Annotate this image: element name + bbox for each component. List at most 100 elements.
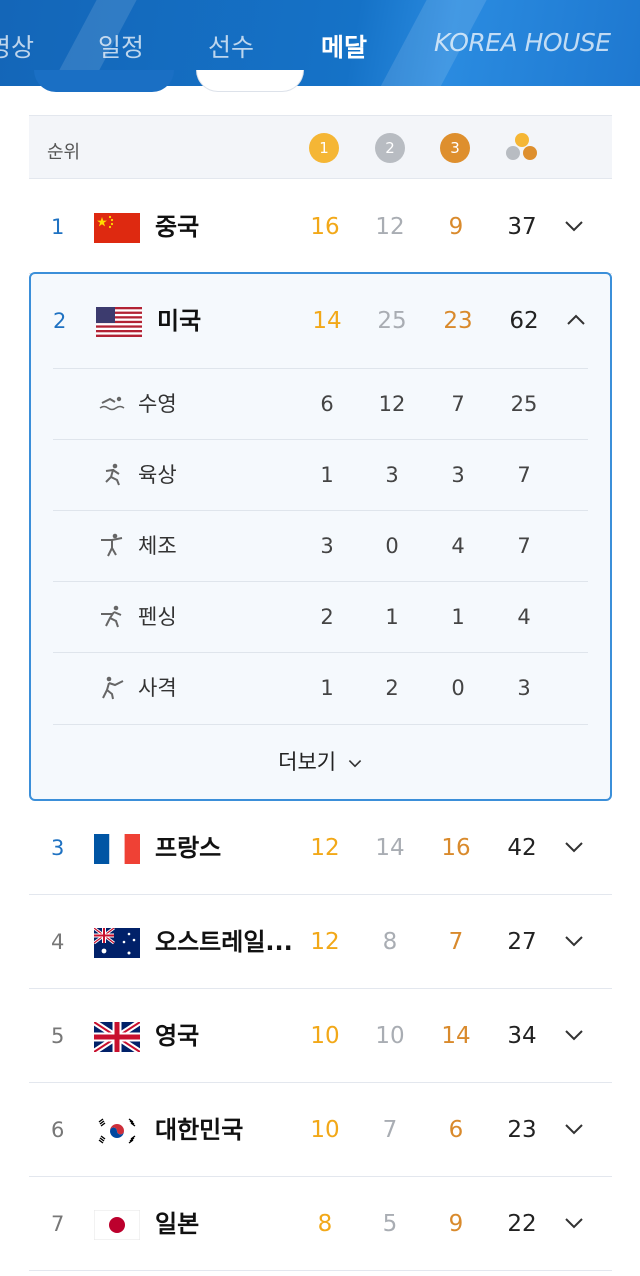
table-row-uk[interactable]: 5 영국 10 10 14 34 [29, 989, 612, 1083]
sport-name: 수영 [138, 392, 177, 416]
france-flag-icon [94, 834, 140, 864]
gold-count: 1 [320, 463, 334, 487]
gold-count: 12 [310, 835, 340, 861]
nav-tab-video[interactable]: 영상 [0, 28, 34, 64]
total-count: 42 [507, 835, 537, 861]
gold-count: 14 [312, 308, 342, 334]
athletics-icon [105, 463, 120, 486]
bronze-medal-icon: 3 [440, 133, 470, 163]
rank-number: 1 [51, 215, 65, 239]
table-row-korea[interactable]: 6 대한민국 10 7 6 23 [29, 1083, 612, 1177]
chevron-down-icon [348, 760, 361, 768]
silver-count: 14 [375, 835, 405, 861]
total-count: 37 [507, 214, 537, 240]
shooting-icon [102, 676, 124, 700]
chevron-down-icon[interactable] [564, 1025, 584, 1045]
sport-row-swimming: 수영 6 12 7 25 [53, 368, 588, 439]
rank-number: 5 [51, 1024, 65, 1048]
expanded-country-panel: 2 미국 14 25 23 62 수영 6 12 7 25 육상 1 3 3 7… [29, 272, 612, 801]
rank-number: 7 [51, 1212, 65, 1236]
sport-row-shooting: 사격 1 2 0 3 [53, 652, 588, 723]
chevron-down-icon[interactable] [564, 1119, 584, 1139]
rank-number: 4 [51, 930, 65, 954]
rank-number: 2 [53, 309, 67, 333]
chevron-down-icon[interactable] [564, 837, 584, 857]
gold-count: 2 [320, 605, 334, 629]
total-count: 7 [517, 463, 531, 487]
silver-count: 10 [375, 1023, 405, 1049]
gold-count: 10 [310, 1023, 340, 1049]
medal-table-header: 순위 1 2 3 [29, 115, 612, 179]
table-row-japan[interactable]: 7 일본 8 5 9 22 [29, 1177, 612, 1271]
sport-row-fencing: 펜싱 2 1 1 4 [53, 581, 588, 652]
filter-pill-active[interactable] [34, 70, 174, 92]
more-section: 더보기 [53, 724, 588, 800]
total-count: 34 [507, 1023, 537, 1049]
total-count: 3 [517, 676, 531, 700]
silver-count: 0 [385, 534, 399, 558]
sport-row-gymnastics: 체조 3 0 4 7 [53, 510, 588, 581]
chevron-down-icon[interactable] [564, 1213, 584, 1233]
sport-row-athletics: 육상 1 3 3 7 [53, 439, 588, 510]
nav-tab-schedule[interactable]: 일정 [98, 28, 144, 64]
rank-column-header: 순위 [47, 142, 81, 163]
country-name: 오스트레일... [155, 928, 293, 956]
silver-count: 25 [377, 308, 407, 334]
more-button[interactable]: 더보기 [53, 725, 588, 799]
sport-name: 사격 [138, 676, 177, 700]
swimming-icon [99, 396, 125, 411]
sport-name: 체조 [138, 534, 177, 558]
nav-tab-athletes[interactable]: 선수 [208, 28, 254, 64]
usa-flag-icon [96, 307, 142, 337]
gymnastics-icon [101, 533, 123, 557]
bronze-count: 3 [451, 463, 465, 487]
nav-tab-medals[interactable]: 메달 [321, 28, 367, 64]
bronze-count: 1 [451, 605, 465, 629]
filter-pill[interactable] [196, 70, 304, 92]
bronze-count: 0 [451, 676, 465, 700]
total-count: 25 [510, 392, 538, 416]
bronze-count: 7 [451, 392, 465, 416]
table-row-china[interactable]: 1 중국 16 12 9 37 [29, 180, 612, 274]
chevron-down-icon[interactable] [564, 931, 584, 951]
gold-count: 1 [320, 676, 334, 700]
total-count: 4 [517, 605, 531, 629]
country-name: 프랑스 [155, 834, 222, 862]
total-medals-icon [505, 132, 539, 164]
silver-medal-icon: 2 [375, 133, 405, 163]
table-row-usa[interactable]: 2 미국 14 25 23 62 [31, 274, 610, 368]
gold-count: 12 [310, 929, 340, 955]
sport-name: 육상 [138, 463, 177, 487]
silver-count: 8 [382, 929, 398, 955]
nav-tab-korea-house[interactable]: KOREA HOUSE [434, 28, 611, 57]
bronze-count: 6 [448, 1117, 464, 1143]
gold-count: 6 [320, 392, 334, 416]
silver-count: 12 [375, 214, 405, 240]
total-count: 22 [507, 1211, 537, 1237]
silver-count: 5 [382, 1211, 398, 1237]
silver-count: 2 [385, 676, 399, 700]
gold-medal-icon: 1 [309, 133, 339, 163]
gold-count: 3 [320, 534, 334, 558]
gold-count: 10 [310, 1117, 340, 1143]
bronze-count: 23 [443, 308, 473, 334]
table-row-australia[interactable]: 4 오스트레일... 12 8 7 27 [29, 895, 612, 989]
chevron-up-icon[interactable] [566, 310, 586, 330]
sport-name: 펜싱 [138, 605, 177, 629]
uk-flag-icon [94, 1022, 140, 1052]
total-count: 27 [507, 929, 537, 955]
total-count: 23 [507, 1117, 537, 1143]
country-name: 미국 [157, 307, 202, 335]
silver-count: 7 [382, 1117, 398, 1143]
australia-flag-icon [94, 928, 140, 958]
table-row-france[interactable]: 3 프랑스 12 14 16 42 [29, 801, 612, 895]
country-name: 중국 [155, 213, 200, 241]
silver-count: 12 [378, 392, 406, 416]
china-flag-icon [94, 213, 140, 243]
country-name: 일본 [155, 1210, 200, 1238]
chevron-down-icon[interactable] [564, 216, 584, 236]
bronze-count: 14 [441, 1023, 471, 1049]
bronze-count: 16 [441, 835, 471, 861]
korea-flag-icon [94, 1116, 140, 1146]
more-label: 더보기 [278, 750, 337, 774]
